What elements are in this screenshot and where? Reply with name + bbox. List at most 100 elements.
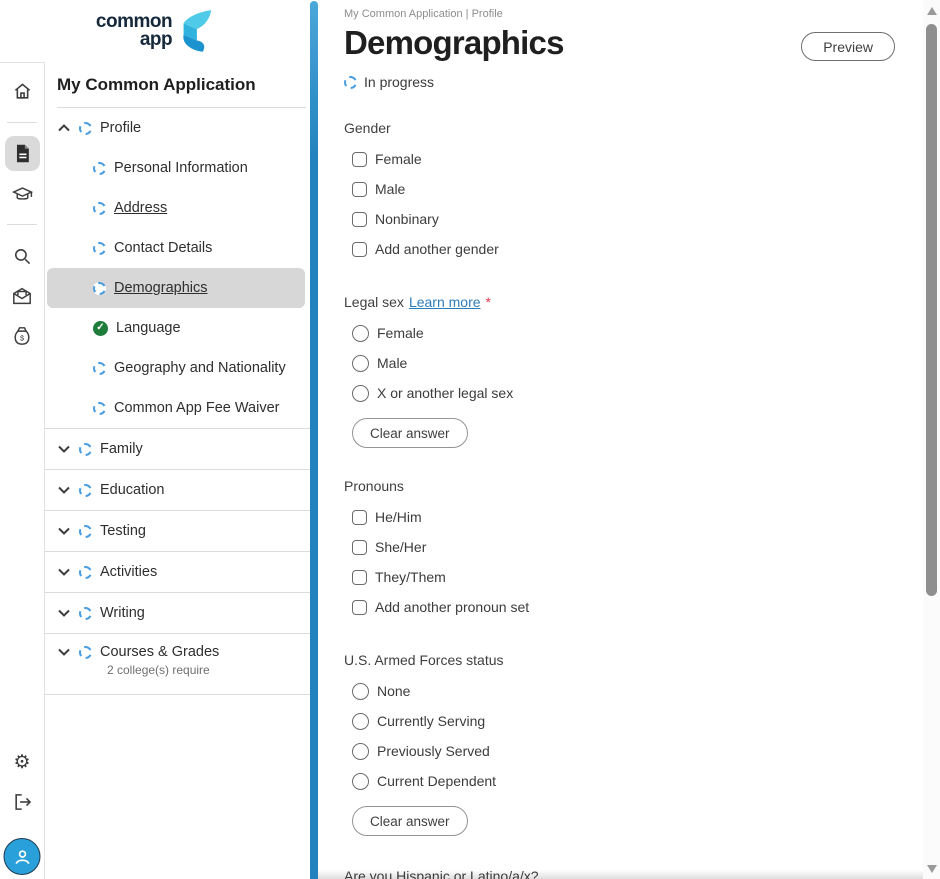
- breadcrumb: My Common Application | Profile: [344, 8, 923, 20]
- vertical-scrollbar[interactable]: [923, 0, 940, 879]
- radio-icon[interactable]: [352, 355, 369, 372]
- in-progress-icon: [79, 646, 92, 659]
- clear-answer-button[interactable]: Clear answer: [352, 806, 468, 836]
- nav-item-address[interactable]: Address: [45, 188, 310, 228]
- checkbox-option-they-them[interactable]: They/Them: [344, 562, 923, 592]
- nav-section-label: Profile: [100, 120, 141, 136]
- sign-out-icon[interactable]: [11, 791, 33, 813]
- scroll-down-arrow-icon[interactable]: [927, 865, 937, 873]
- checkbox-option-add-another-pronoun-set[interactable]: Add another pronoun set: [344, 592, 923, 622]
- radio-icon[interactable]: [352, 385, 369, 402]
- chevron-up-icon: [57, 121, 71, 135]
- panel-divider-bar[interactable]: [310, 1, 318, 879]
- group-label: Are you Hispanic or Latino/a/x?: [344, 868, 923, 879]
- in-progress-icon: [93, 242, 106, 255]
- group-label: Gender: [344, 120, 923, 136]
- chevron-down-icon: [57, 483, 71, 497]
- nav-section-label: Family: [100, 441, 143, 457]
- radio-icon[interactable]: [352, 713, 369, 730]
- in-progress-icon: [93, 402, 106, 415]
- radio-option-x-or-another-legal-sex[interactable]: X or another legal sex: [344, 378, 923, 408]
- checkbox-icon[interactable]: [352, 510, 367, 525]
- radio-icon[interactable]: [352, 743, 369, 760]
- checkbox-icon[interactable]: [352, 182, 367, 197]
- graduation-cap-icon[interactable]: [11, 183, 33, 205]
- radio-icon[interactable]: [352, 683, 369, 700]
- nav-collapsed-sections: Family Education Testing: [45, 428, 310, 695]
- radio-icon[interactable]: [352, 325, 369, 342]
- nav-section-family[interactable]: Family: [45, 428, 310, 469]
- document-icon[interactable]: [11, 142, 33, 164]
- in-progress-icon: [93, 162, 106, 175]
- in-progress-icon: [79, 525, 92, 538]
- scroll-up-arrow-icon[interactable]: [927, 7, 937, 15]
- nav-item-personal-information[interactable]: Personal Information: [45, 148, 310, 188]
- nav-section-writing[interactable]: Writing: [45, 592, 310, 633]
- nav-section-courses-and-grades[interactable]: Courses & Grades 2 college(s) require: [45, 633, 310, 695]
- nav-item-label: Personal Information: [114, 160, 248, 176]
- nav-item-label: Demographics: [114, 280, 208, 296]
- nav-section-education[interactable]: Education: [45, 469, 310, 510]
- nav-item-contact-details[interactable]: Contact Details: [45, 228, 310, 268]
- chevron-down-icon: [57, 442, 71, 456]
- checkbox-icon[interactable]: [352, 152, 367, 167]
- checkbox-option-nonbinary[interactable]: Nonbinary: [344, 204, 923, 234]
- group-hispanic-latino: Are you Hispanic or Latino/a/x?: [344, 868, 923, 879]
- checkbox-option-she-her[interactable]: She/Her: [344, 532, 923, 562]
- learn-more-link[interactable]: Learn more: [409, 294, 481, 310]
- money-bag-icon[interactable]: $: [11, 325, 33, 347]
- user-avatar-icon[interactable]: [4, 838, 41, 875]
- checkbox-option-female[interactable]: Female: [344, 144, 923, 174]
- checkbox-icon[interactable]: [352, 242, 367, 257]
- checkbox-option-male[interactable]: Male: [344, 174, 923, 204]
- nav-section-label: Activities: [100, 564, 157, 580]
- logo-ribbon-icon: [176, 9, 214, 53]
- chevron-down-icon: [57, 565, 71, 579]
- left-body: $ ⚙ My Common Application: [0, 62, 310, 879]
- nav-item-geography-and-nationality[interactable]: Geography and Nationality: [45, 348, 310, 388]
- rail-divider: [7, 224, 37, 225]
- in-progress-icon: [79, 484, 92, 497]
- in-progress-icon: [79, 122, 92, 135]
- checkbox-icon[interactable]: [352, 600, 367, 615]
- checkbox-icon[interactable]: [352, 570, 367, 585]
- nav-section-label: Education: [100, 482, 165, 498]
- required-asterisk: *: [486, 294, 491, 310]
- search-icon[interactable]: [11, 245, 33, 267]
- radio-icon[interactable]: [352, 773, 369, 790]
- nav-item-common-app-fee-waiver[interactable]: Common App Fee Waiver: [45, 388, 310, 428]
- radio-option-none[interactable]: None: [344, 676, 923, 706]
- nav-item-language[interactable]: ✓ Language: [45, 308, 310, 348]
- nav-title: My Common Application: [45, 62, 310, 107]
- in-progress-icon: [344, 76, 357, 89]
- checkbox-option-he-him[interactable]: He/Him: [344, 502, 923, 532]
- left-panel: common app: [0, 0, 310, 879]
- radio-option-current-dependent[interactable]: Current Dependent: [344, 766, 923, 796]
- nav-section-label: Writing: [100, 605, 145, 621]
- check-circle-icon: ✓: [93, 321, 108, 336]
- nav-item-label: Language: [116, 320, 181, 336]
- checkbox-icon[interactable]: [352, 212, 367, 227]
- group-legal-sex: Legal sex Learn more* Female Male X or a…: [344, 294, 923, 448]
- nav-section-profile[interactable]: Profile: [45, 108, 310, 148]
- scrollbar-thumb[interactable]: [926, 24, 937, 596]
- clear-answer-button[interactable]: Clear answer: [352, 418, 468, 448]
- home-icon[interactable]: [11, 80, 33, 102]
- inbox-icon[interactable]: [11, 285, 33, 307]
- nav-item-demographics[interactable]: Demographics: [47, 268, 305, 308]
- nav-section-activities[interactable]: Activities: [45, 551, 310, 592]
- icon-rail: $ ⚙: [0, 62, 45, 879]
- nav-section-testing[interactable]: Testing: [45, 510, 310, 551]
- gear-icon[interactable]: ⚙: [11, 751, 33, 773]
- in-progress-icon: [79, 443, 92, 456]
- common-app-logo[interactable]: common app: [0, 0, 310, 62]
- radio-option-currently-serving[interactable]: Currently Serving: [344, 706, 923, 736]
- checkbox-option-add-another-gender[interactable]: Add another gender: [344, 234, 923, 264]
- radio-option-female[interactable]: Female: [344, 318, 923, 348]
- radio-option-male[interactable]: Male: [344, 348, 923, 378]
- group-label: Legal sex Learn more*: [344, 294, 923, 310]
- preview-button[interactable]: Preview: [801, 32, 895, 61]
- nav-section-label: Testing: [100, 523, 146, 539]
- radio-option-previously-served[interactable]: Previously Served: [344, 736, 923, 766]
- checkbox-icon[interactable]: [352, 540, 367, 555]
